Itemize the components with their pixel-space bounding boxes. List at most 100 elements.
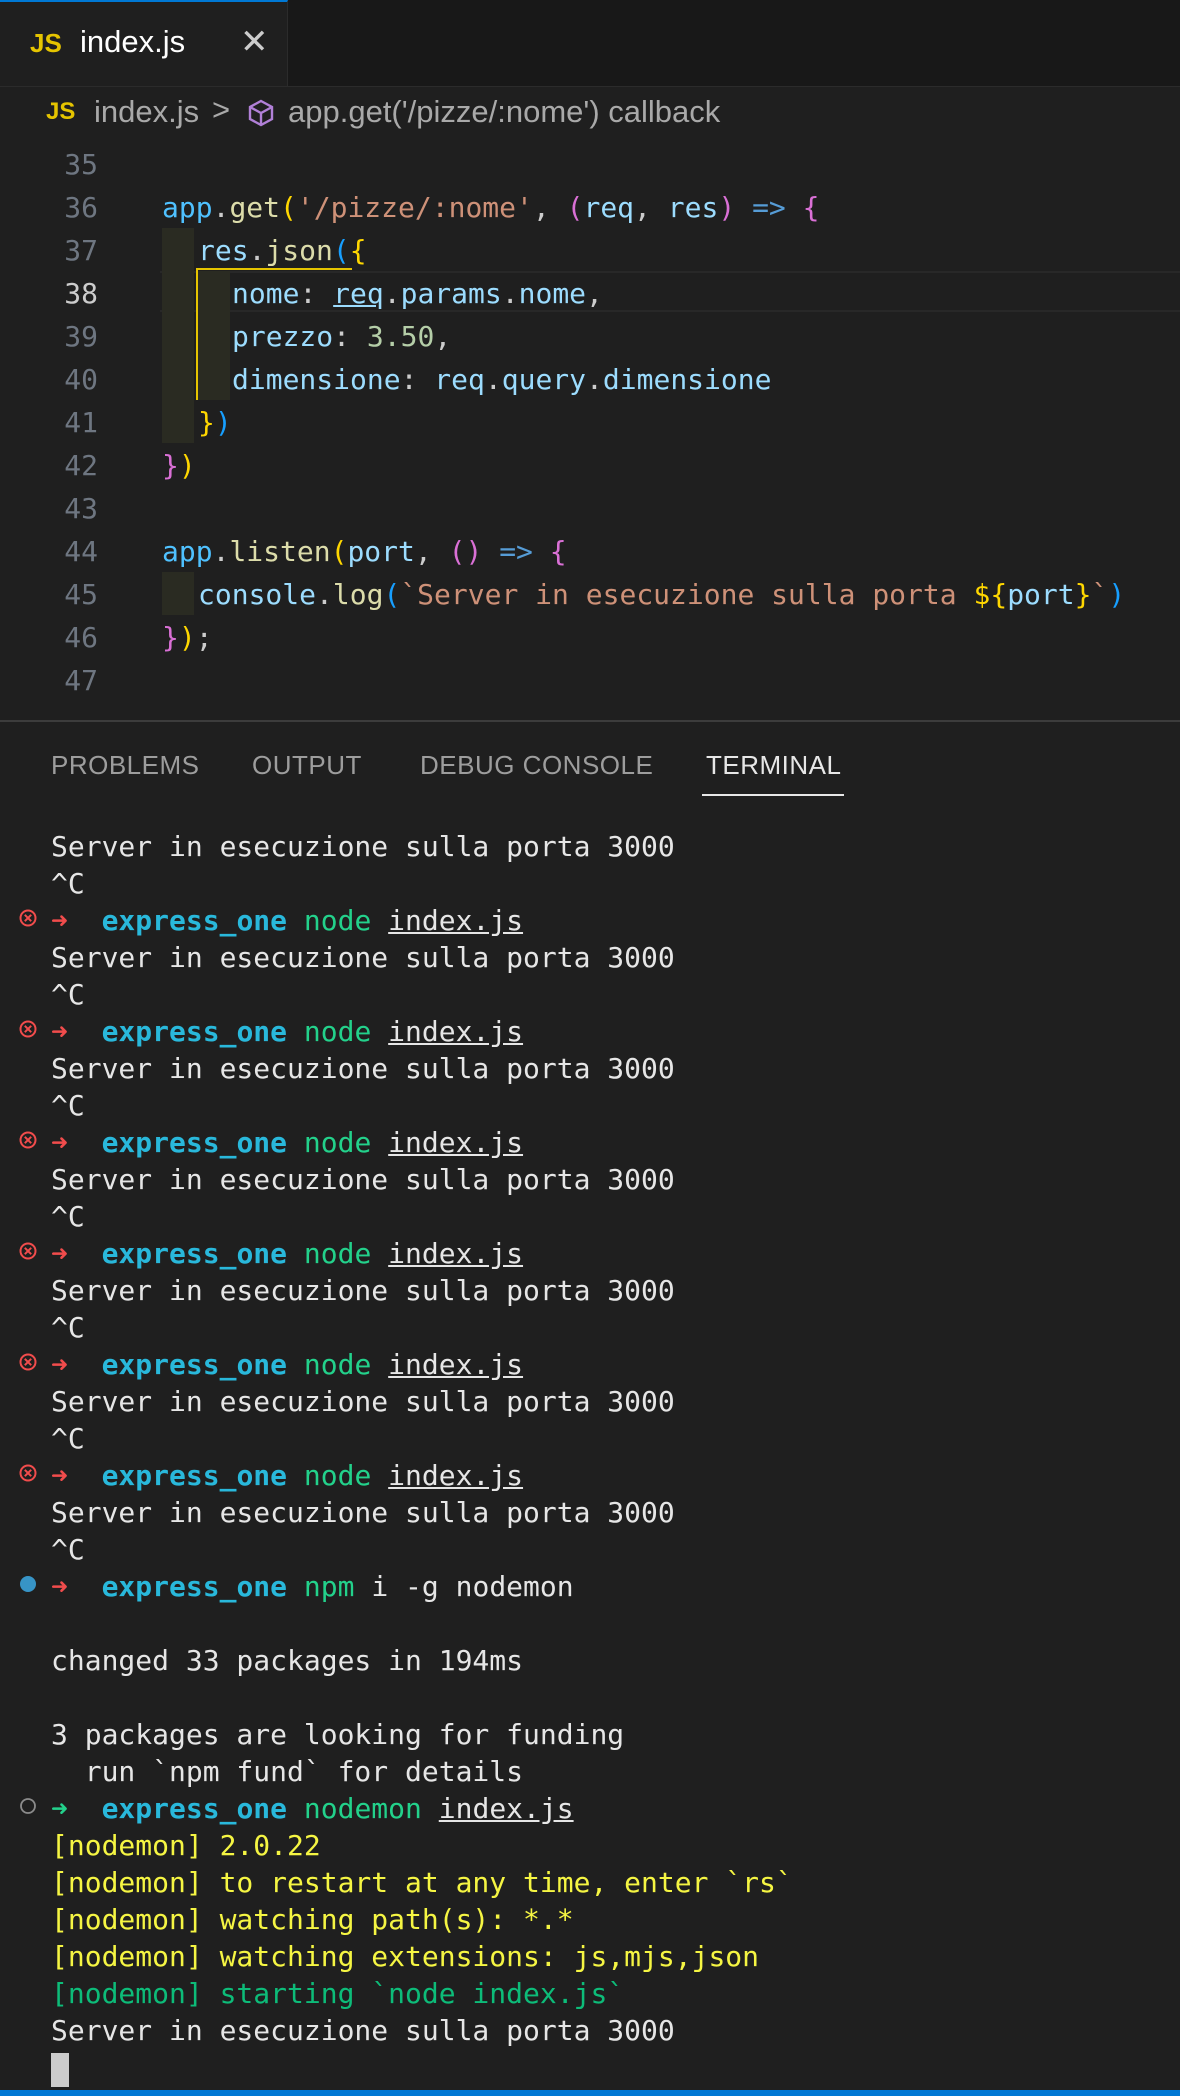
terminal-line: ➜ express_one node index.js (0, 1009, 1180, 1048)
line-number: 41 (64, 406, 98, 439)
terminal-line: ➜ express_one nodemon index.js (0, 1786, 1180, 1825)
code-text: prezzo: 3.50, (232, 320, 452, 353)
chevron-right-icon: > (212, 92, 231, 127)
code-line: 43 (0, 486, 1180, 529)
panel-tab-bar: PROBLEMS OUTPUT DEBUG CONSOLE TERMINAL (0, 722, 1180, 802)
tab-label: index.js (80, 24, 186, 59)
code-text: }); (162, 621, 213, 654)
terminal-line: ➜ express_one node index.js (0, 898, 1180, 937)
line-number: 38 (64, 277, 98, 310)
code-text: nome: req.params.nome, (232, 277, 603, 310)
terminal-line: ^C (51, 1422, 85, 1455)
terminal-line: ➜ express_one node index.js (0, 1453, 1180, 1492)
indent-guide (162, 572, 194, 615)
error-circle-icon[interactable] (18, 1352, 38, 1372)
code-line: 40 dimensione: req.query.dimensione (0, 357, 1180, 400)
terminal-line: Server in esecuzione sulla porta 3000 (51, 1385, 675, 1418)
line-number: 47 (64, 664, 98, 697)
terminal-line: changed 33 packages in 194ms (51, 1644, 524, 1677)
terminal-line: ^C (51, 867, 85, 900)
status-bar (0, 2090, 1180, 2096)
code-text: app.listen(port, () => { (162, 535, 567, 568)
terminal-line: ➜ express_one npm i -g nodemon (0, 1564, 1180, 1603)
method-cube-icon (248, 99, 274, 127)
line-number: 46 (64, 621, 98, 654)
code-line: 42 }) (0, 443, 1180, 486)
line-number: 45 (64, 578, 98, 611)
breadcrumb-symbol[interactable]: app.get('/pizze/:nome') callback (288, 94, 720, 130)
tab-debug-console[interactable]: DEBUG CONSOLE (420, 750, 653, 781)
line-number: 42 (64, 449, 98, 482)
indent-guide (198, 271, 230, 314)
error-circle-icon[interactable] (18, 1463, 38, 1483)
indent-guide (162, 357, 194, 400)
terminal-line: ^C (51, 978, 85, 1011)
code-text: }) (198, 406, 232, 439)
javascript-file-icon: JS (30, 28, 62, 58)
code-text: dimensione: req.query.dimensione (232, 363, 772, 396)
line-number: 40 (64, 363, 98, 396)
indent-guide (162, 314, 194, 357)
code-text: console.log(`Server in esecuzione sulla … (198, 578, 1126, 611)
code-text: }) (162, 449, 196, 482)
terminal-line: Server in esecuzione sulla porta 3000 (51, 1052, 675, 1085)
tab-index-js[interactable]: JS index.js ✕ (0, 0, 288, 86)
terminal-line: [nodemon] watching extensions: js,mjs,js… (51, 1940, 760, 1973)
close-icon[interactable]: ✕ (240, 22, 269, 62)
code-text: app.get('/pizze/:nome', (req, res) => { (162, 191, 820, 224)
terminal-line: ^C (51, 1311, 85, 1344)
indent-guide (162, 400, 194, 443)
code-line: 41 }) (0, 400, 1180, 443)
terminal-cursor (51, 2053, 69, 2087)
code-line: 37 res.json({ (0, 228, 1180, 271)
terminal-line: ^C (51, 1533, 85, 1566)
tab-problems[interactable]: PROBLEMS (51, 750, 200, 781)
line-number: 37 (64, 234, 98, 267)
bracket-pair-guide (196, 270, 198, 400)
javascript-file-icon: JS (46, 98, 76, 125)
code-line: 36 app.get('/pizze/:nome', (req, res) =>… (0, 185, 1180, 228)
code-line: 35 (0, 142, 1180, 185)
line-number: 35 (64, 148, 98, 181)
code-line: 39 prezzo: 3.50, (0, 314, 1180, 357)
terminal-line: 3 packages are looking for funding (51, 1718, 625, 1751)
terminal-line: [nodemon] starting `node index.js` (51, 1977, 625, 2010)
code-editor[interactable]: 35 36 app.get('/pizze/:nome', (req, res)… (0, 140, 1180, 720)
code-line-active: 38 nome: req.params.nome, (0, 271, 1180, 314)
code-line: 47 (0, 658, 1180, 701)
terminal-line: ➜ express_one node index.js (0, 1231, 1180, 1270)
line-number: 43 (64, 492, 98, 525)
error-circle-icon[interactable] (18, 1019, 38, 1039)
code-line: 46 }); (0, 615, 1180, 658)
command-running-dot-icon[interactable] (18, 1574, 38, 1594)
tab-output[interactable]: OUTPUT (252, 750, 362, 781)
terminal-line: run `npm fund` for details (51, 1755, 524, 1788)
error-circle-icon[interactable] (18, 908, 38, 928)
line-number: 36 (64, 191, 98, 224)
indent-guide (162, 271, 194, 314)
code-text: res.json({ (198, 234, 367, 267)
terminal-line: ^C (51, 1200, 85, 1233)
line-number: 44 (64, 535, 98, 568)
breadcrumb: JS index.js > app.get('/pizze/:nome') ca… (0, 86, 1180, 140)
terminal-line: Server in esecuzione sulla porta 3000 (51, 830, 675, 863)
terminal-line: Server in esecuzione sulla porta 3000 (51, 941, 675, 974)
terminal-line: [nodemon] to restart at any time, enter … (51, 1866, 793, 1899)
terminal-line: Server in esecuzione sulla porta 3000 (51, 1274, 675, 1307)
terminal-line: Server in esecuzione sulla porta 3000 (51, 1163, 675, 1196)
error-circle-icon[interactable] (18, 1241, 38, 1261)
code-line: 44 app.listen(port, () => { (0, 529, 1180, 572)
terminal-line: [nodemon] 2.0.22 (51, 1829, 321, 1862)
terminal-line: ^C (51, 1089, 85, 1122)
terminal-line: [nodemon] watching path(s): *.* (51, 1903, 574, 1936)
indent-guide (162, 228, 194, 271)
tab-terminal[interactable]: TERMINAL (706, 750, 841, 781)
breadcrumb-file[interactable]: index.js (94, 94, 199, 130)
code-line: 45 console.log(`Server in esecuzione sul… (0, 572, 1180, 615)
terminal-line: Server in esecuzione sulla porta 3000 (51, 2014, 675, 2047)
indent-guide (198, 357, 230, 400)
bracket-pair-guide (196, 268, 352, 270)
error-circle-icon[interactable] (18, 1130, 38, 1150)
command-pending-circle-icon[interactable] (18, 1796, 38, 1816)
indent-guide (198, 314, 230, 357)
